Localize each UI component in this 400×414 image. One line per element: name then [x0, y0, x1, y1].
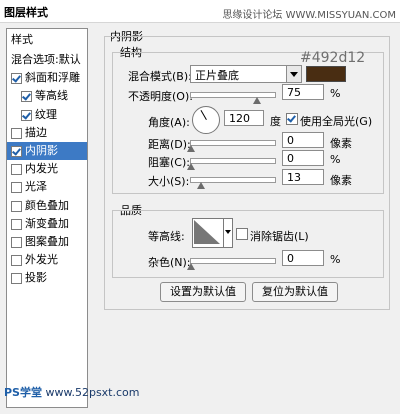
sidebar-item-label: 颜色叠加 — [25, 198, 69, 212]
size-input[interactable]: 13 — [282, 169, 324, 185]
sidebar-item-checkbox[interactable] — [11, 255, 22, 267]
distance-slider[interactable] — [187, 140, 276, 152]
shadow-color-hex: #492d12 — [300, 50, 366, 66]
sidebar-item-label: 投影 — [25, 271, 47, 285]
sidebar-item[interactable]: 渐变叠加 — [7, 215, 87, 233]
opacity-slider-thumb[interactable] — [253, 97, 261, 104]
sidebar-item-label: 描边 — [25, 125, 47, 139]
sidebar-item[interactable]: 混合选项:默认 — [7, 51, 87, 69]
anti-alias-label[interactable]: 消除锯齿(L) — [250, 228, 309, 244]
title-bar: 图层样式 思缘设计论坛 WWW.MISSYUAN.COM — [0, 0, 400, 23]
sidebar-item-label: 图案叠加 — [25, 235, 69, 248]
size-unit: 像素 — [330, 174, 352, 187]
sidebar-item[interactable]: 纹理 — [7, 106, 87, 124]
sidebar-item-label: 内阴影 — [25, 144, 58, 157]
sidebar-item-checkbox[interactable] — [21, 109, 32, 121]
angle-unit: 度 — [270, 115, 281, 128]
sidebar-item-checkbox[interactable] — [21, 91, 32, 103]
choke-label: 阻塞(C): — [148, 156, 190, 169]
contour-preview[interactable] — [192, 218, 224, 248]
blend-mode-select[interactable]: 正片叠底 — [190, 65, 302, 83]
sidebar-item[interactable]: 描边 — [7, 124, 87, 142]
sidebar-item-checkbox[interactable] — [11, 237, 22, 248]
size-slider-thumb[interactable] — [197, 182, 205, 189]
sidebar-header[interactable]: 样式 — [11, 31, 91, 49]
sidebar-item-checkbox[interactable] — [11, 200, 22, 212]
footer-brand: PS学堂 — [4, 386, 42, 399]
noise-input[interactable]: 0 — [282, 250, 324, 266]
sidebar-item-checkbox[interactable] — [11, 146, 22, 157]
noise-unit: % — [330, 253, 341, 266]
footer-url: www.52psxt.com — [45, 386, 140, 399]
opacity-input[interactable]: 75 — [282, 84, 324, 100]
sidebar-item[interactable]: 图案叠加 — [7, 233, 87, 251]
footer-watermark: PS学堂 www.52psxt.com — [4, 384, 139, 400]
blend-mode-value: 正片叠底 — [195, 69, 239, 82]
sidebar-item[interactable]: 内阴影 — [7, 142, 87, 160]
choke-unit: % — [330, 153, 341, 166]
shadow-color-swatch[interactable] — [306, 66, 346, 82]
sidebar-item-label: 纹理 — [35, 107, 57, 121]
sidebar-item[interactable]: 投影 — [7, 269, 87, 287]
sidebar-item-checkbox[interactable] — [11, 182, 22, 194]
angle-label: 角度(A): — [148, 116, 190, 129]
contour-dropdown-arrow[interactable] — [223, 218, 233, 248]
angle-dial-needle — [200, 109, 207, 120]
opacity-unit: % — [330, 87, 341, 100]
choke-input[interactable]: 0 — [282, 150, 324, 166]
chevron-down-icon[interactable] — [286, 66, 301, 82]
reset-default-button[interactable]: 复位为默认值 — [252, 282, 338, 302]
choke-slider[interactable] — [187, 158, 276, 170]
sidebar-item-checkbox[interactable] — [11, 73, 22, 85]
sidebar-item-label: 斜面和浮雕 — [25, 71, 80, 85]
angle-dial-icon[interactable] — [192, 106, 220, 134]
sidebar-item-checkbox[interactable] — [11, 218, 22, 230]
anti-alias-checkbox[interactable] — [236, 228, 248, 240]
sidebar-item-label: 混合选项:默认 — [11, 53, 81, 66]
sidebar-item[interactable]: 斜面和浮雕 — [7, 69, 87, 87]
inner-shadow-panel: 内阴影 结构 混合模式(B): 正片叠底 #492d12 不透明度(O): 75… — [100, 28, 390, 406]
sidebar-item[interactable]: 颜色叠加 — [7, 197, 87, 215]
sidebar-item[interactable]: 光泽 — [7, 178, 87, 196]
size-slider[interactable] — [190, 177, 276, 189]
sidebar-item[interactable]: 外发光 — [7, 251, 87, 269]
sidebar-item-label: 渐变叠加 — [25, 216, 69, 230]
noise-label: 杂色(N): — [148, 256, 191, 269]
watermark-text: 思缘设计论坛 WWW.MISSYUAN.COM — [222, 10, 396, 21]
noise-slider-thumb[interactable] — [187, 263, 195, 270]
blend-mode-label: 混合模式(B): — [128, 70, 192, 83]
distance-slider-thumb[interactable] — [187, 145, 195, 152]
sidebar-item-label: 等高线 — [35, 89, 68, 103]
layer-style-window: 图层样式 思缘设计论坛 WWW.MISSYUAN.COM 样式 混合选项:默认斜… — [0, 0, 400, 414]
sidebar-item[interactable]: 等高线 — [7, 87, 87, 105]
window-title: 图层样式 — [4, 6, 48, 19]
global-light-checkbox[interactable] — [286, 113, 298, 125]
sidebar-item-label: 外发光 — [25, 253, 58, 267]
contour-label: 等高线: — [148, 230, 185, 243]
contour-curve-icon — [194, 220, 220, 244]
styles-sidebar: 样式 混合选项:默认斜面和浮雕等高线纹理描边内阴影内发光光泽颜色叠加渐变叠加图案… — [6, 28, 88, 408]
opacity-slider[interactable] — [190, 92, 276, 104]
sidebar-item-checkbox[interactable] — [11, 127, 22, 139]
sidebar-item-label: 光泽 — [25, 180, 47, 194]
sidebar-item-checkbox[interactable] — [11, 273, 22, 285]
size-label: 大小(S): — [148, 175, 190, 188]
noise-slider[interactable] — [187, 258, 276, 270]
distance-label: 距离(D): — [148, 138, 191, 151]
sidebar-item-checkbox[interactable] — [11, 164, 22, 176]
distance-unit: 像素 — [330, 137, 352, 150]
angle-input[interactable]: 120 — [224, 110, 264, 126]
sidebar-item[interactable]: 内发光 — [7, 160, 87, 178]
sidebar-item-label: 内发光 — [25, 162, 58, 176]
choke-slider-thumb[interactable] — [187, 163, 195, 170]
distance-input[interactable]: 0 — [282, 132, 324, 148]
set-default-button[interactable]: 设置为默认值 — [160, 282, 246, 302]
opacity-label: 不透明度(O): — [128, 90, 193, 103]
global-light-label[interactable]: 使用全局光(G) — [300, 113, 372, 129]
